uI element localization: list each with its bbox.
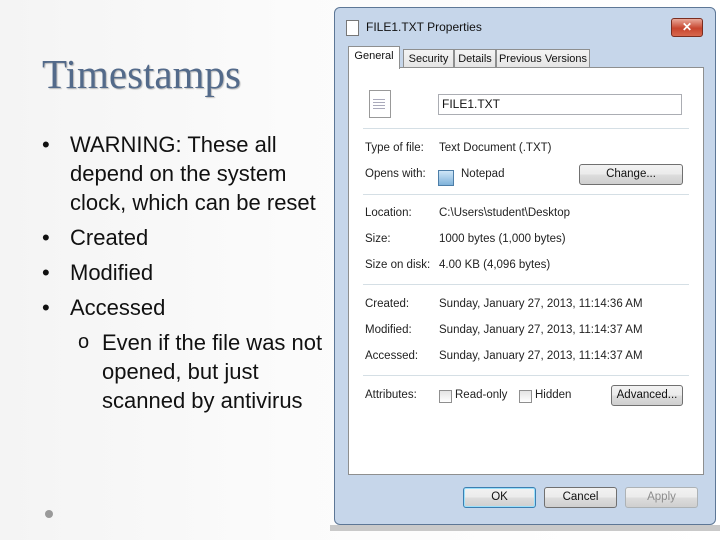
bullet-marker: • bbox=[42, 132, 50, 157]
sub-bullet-marker: o bbox=[78, 331, 90, 353]
bullet-item: • Accessed bbox=[40, 293, 330, 322]
modified-value: Sunday, January 27, 2013, 11:14:37 AM bbox=[439, 324, 643, 336]
dialog-title: FILE1.TXT Properties bbox=[366, 20, 482, 34]
bullet-marker: • bbox=[42, 295, 50, 320]
hidden-label: Hidden bbox=[535, 389, 572, 401]
type-value: Text Document (.TXT) bbox=[439, 142, 552, 154]
ok-button[interactable]: OK bbox=[463, 487, 536, 508]
opens-with-label: Opens with: bbox=[365, 168, 426, 180]
sub-bullet-text: Even if the file was not opened, but jus… bbox=[102, 330, 323, 413]
bullet-text: Created bbox=[70, 225, 149, 250]
text-file-icon bbox=[369, 90, 391, 118]
size-on-disk-value: 4.00 KB (4,096 bytes) bbox=[439, 259, 551, 271]
tab-previous-versions[interactable]: Previous Versions bbox=[496, 49, 590, 68]
size-label: Size: bbox=[365, 233, 391, 245]
divider bbox=[363, 284, 689, 285]
divider bbox=[363, 375, 689, 376]
notepad-icon bbox=[438, 170, 454, 186]
slide-title: Timestamps bbox=[42, 51, 241, 97]
tab-general[interactable]: General bbox=[348, 46, 400, 69]
close-button[interactable]: ✕ bbox=[671, 18, 703, 37]
bullet-text: Accessed bbox=[70, 295, 166, 320]
bullet-text: Modified bbox=[70, 260, 154, 285]
apply-button[interactable]: Apply bbox=[625, 487, 698, 508]
bullet-marker: • bbox=[42, 260, 50, 285]
general-tab-panel: FILE1.TXT Type of file: Text Document (.… bbox=[348, 67, 704, 475]
properties-dialog: FILE1.TXT Properties ✕ General Security … bbox=[334, 7, 716, 525]
type-label: Type of file: bbox=[365, 142, 424, 154]
read-only-checkbox[interactable] bbox=[439, 390, 452, 403]
window-shadow bbox=[330, 525, 720, 531]
bullet-text: WARNING: These all depend on the system … bbox=[70, 132, 316, 215]
cancel-button[interactable]: Cancel bbox=[544, 487, 617, 508]
change-button[interactable]: Change... bbox=[579, 164, 683, 185]
tab-security[interactable]: Security bbox=[403, 49, 454, 68]
size-on-disk-label: Size on disk: bbox=[365, 259, 431, 271]
tab-details[interactable]: Details bbox=[454, 49, 496, 68]
bullet-item: • WARNING: These all depend on the system… bbox=[40, 130, 330, 217]
bullet-item: • Modified bbox=[40, 258, 330, 287]
hidden-checkbox[interactable] bbox=[519, 390, 532, 403]
slide-footer-dot bbox=[45, 510, 53, 518]
divider bbox=[363, 194, 689, 195]
bullet-list: • WARNING: These all depend on the system… bbox=[40, 130, 330, 415]
accessed-value: Sunday, January 27, 2013, 11:14:37 AM bbox=[439, 350, 643, 362]
file-icon bbox=[346, 20, 359, 36]
created-value: Sunday, January 27, 2013, 11:14:36 AM bbox=[439, 298, 643, 310]
modified-label: Modified: bbox=[365, 324, 412, 336]
location-label: Location: bbox=[365, 207, 412, 219]
read-only-label: Read-only bbox=[455, 389, 508, 401]
bullet-marker: • bbox=[42, 225, 50, 250]
attributes-label: Attributes: bbox=[365, 389, 417, 401]
sub-bullet-item: o Even if the file was not opened, but ju… bbox=[40, 328, 330, 415]
divider bbox=[363, 128, 689, 129]
location-value: C:\Users\student\Desktop bbox=[439, 207, 571, 219]
bullet-item: • Created bbox=[40, 223, 330, 252]
accessed-label: Accessed: bbox=[365, 350, 419, 362]
opens-with-value: Notepad bbox=[461, 168, 505, 180]
created-label: Created: bbox=[365, 298, 410, 310]
file-name-input[interactable]: FILE1.TXT bbox=[438, 94, 682, 115]
advanced-button[interactable]: Advanced... bbox=[611, 385, 683, 406]
size-value: 1000 bytes (1,000 bytes) bbox=[439, 233, 566, 245]
